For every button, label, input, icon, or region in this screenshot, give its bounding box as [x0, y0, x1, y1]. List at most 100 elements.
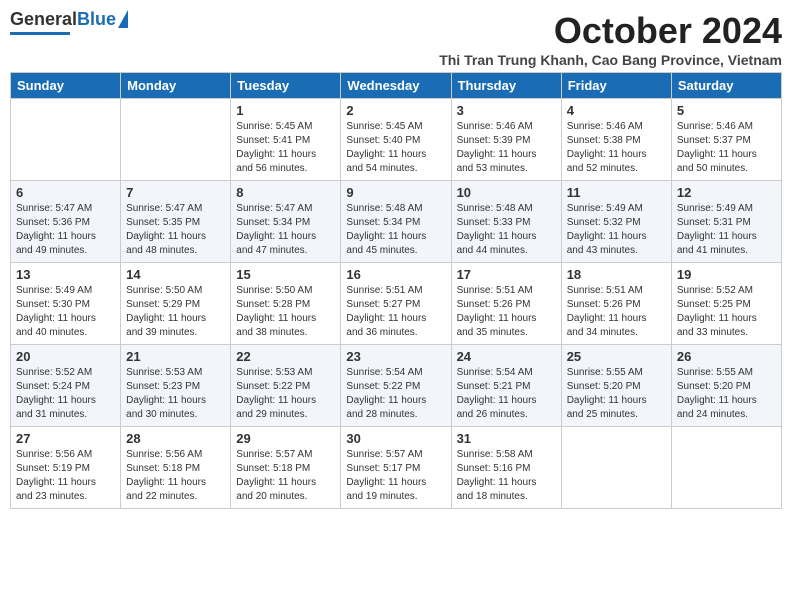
- day-number: 7: [126, 185, 225, 200]
- calendar-cell: 7 Sunrise: 5:47 AM Sunset: 5:35 PM Daylig…: [121, 181, 231, 263]
- day-number: 6: [16, 185, 115, 200]
- calendar-header-row: SundayMondayTuesdayWednesdayThursdayFrid…: [11, 73, 782, 99]
- day-info: Sunrise: 5:54 AM Sunset: 5:21 PM Dayligh…: [457, 366, 556, 422]
- calendar-cell: 14 Sunrise: 5:50 AM Sunset: 5:29 PM Dayli…: [121, 263, 231, 345]
- calendar-table: SundayMondayTuesdayWednesdayThursdayFrid…: [10, 72, 782, 509]
- calendar-cell: 20 Sunrise: 5:52 AM Sunset: 5:24 PM Dayli…: [11, 345, 121, 427]
- calendar-cell: 25Sunrise: 5:55 AM Sunset: 5:20 PM Dayli…: [561, 345, 671, 427]
- logo-blue: Blue: [77, 9, 116, 29]
- calendar-cell: 1Sunrise: 5:45 AM Sunset: 5:41 PM Daylig…: [231, 99, 341, 181]
- day-info: Sunrise: 5:49 AM Sunset: 5:32 PM Dayligh…: [567, 202, 666, 258]
- day-info: Sunrise: 5:58 AM Sunset: 5:16 PM Dayligh…: [457, 448, 556, 504]
- calendar-cell: [671, 427, 781, 509]
- calendar-cell: 5 Sunrise: 5:46 AM Sunset: 5:37 PM Daylig…: [671, 99, 781, 181]
- page-header: GeneralBlue October 2024 Thi Tran Trung …: [10, 10, 782, 68]
- day-info: Sunrise: 5:53 AM Sunset: 5:22 PM Dayligh…: [236, 366, 335, 422]
- day-info: Sunrise: 5:50 AM Sunset: 5:28 PM Dayligh…: [236, 284, 335, 340]
- calendar-week-row: 27 Sunrise: 5:56 AM Sunset: 5:19 PM Dayli…: [11, 427, 782, 509]
- calendar-cell: 21 Sunrise: 5:53 AM Sunset: 5:23 PM Dayli…: [121, 345, 231, 427]
- day-of-week-header: Saturday: [671, 73, 781, 99]
- day-number: 24: [457, 349, 556, 364]
- day-info: Sunrise: 5:55 AM Sunset: 5:20 PM Dayligh…: [677, 366, 776, 422]
- calendar-cell: 6Sunrise: 5:47 AM Sunset: 5:36 PM Daylig…: [11, 181, 121, 263]
- day-number: 18: [567, 267, 666, 282]
- day-number: 15: [236, 267, 335, 282]
- day-info: Sunrise: 5:55 AM Sunset: 5:20 PM Dayligh…: [567, 366, 666, 422]
- day-info: Sunrise: 5:52 AM Sunset: 5:24 PM Dayligh…: [16, 366, 115, 422]
- day-number: 28: [126, 431, 225, 446]
- day-number: 20: [16, 349, 115, 364]
- calendar-cell: 22 Sunrise: 5:53 AM Sunset: 5:22 PM Dayli…: [231, 345, 341, 427]
- day-number: 11: [567, 185, 666, 200]
- calendar-cell: 30 Sunrise: 5:57 AM Sunset: 5:17 PM Dayli…: [341, 427, 451, 509]
- month-title: October 2024: [439, 10, 782, 52]
- day-of-week-header: Monday: [121, 73, 231, 99]
- day-info: Sunrise: 5:57 AM Sunset: 5:18 PM Dayligh…: [236, 448, 335, 504]
- calendar-cell: 13Sunrise: 5:49 AM Sunset: 5:30 PM Dayli…: [11, 263, 121, 345]
- calendar-week-row: 20 Sunrise: 5:52 AM Sunset: 5:24 PM Dayli…: [11, 345, 782, 427]
- day-of-week-header: Thursday: [451, 73, 561, 99]
- day-info: Sunrise: 5:49 AM Sunset: 5:31 PM Dayligh…: [677, 202, 776, 258]
- day-number: 31: [457, 431, 556, 446]
- calendar-cell: [561, 427, 671, 509]
- day-number: 23: [346, 349, 445, 364]
- logo: GeneralBlue: [10, 10, 128, 35]
- day-number: 10: [457, 185, 556, 200]
- day-number: 2: [346, 103, 445, 118]
- logo-general: General: [10, 9, 77, 29]
- calendar-cell: 29 Sunrise: 5:57 AM Sunset: 5:18 PM Dayli…: [231, 427, 341, 509]
- day-number: 5: [677, 103, 776, 118]
- day-number: 12: [677, 185, 776, 200]
- day-number: 3: [457, 103, 556, 118]
- day-info: Sunrise: 5:56 AM Sunset: 5:19 PM Dayligh…: [16, 448, 115, 504]
- day-number: 14: [126, 267, 225, 282]
- calendar-cell: 24 Sunrise: 5:54 AM Sunset: 5:21 PM Dayli…: [451, 345, 561, 427]
- day-info: Sunrise: 5:52 AM Sunset: 5:25 PM Dayligh…: [677, 284, 776, 340]
- calendar-cell: [11, 99, 121, 181]
- location-subtitle: Thi Tran Trung Khanh, Cao Bang Province,…: [439, 52, 782, 68]
- day-number: 17: [457, 267, 556, 282]
- day-of-week-header: Wednesday: [341, 73, 451, 99]
- calendar-cell: 9Sunrise: 5:48 AM Sunset: 5:34 PM Daylig…: [341, 181, 451, 263]
- calendar-cell: 10 Sunrise: 5:48 AM Sunset: 5:33 PM Dayli…: [451, 181, 561, 263]
- day-number: 29: [236, 431, 335, 446]
- calendar-cell: 28 Sunrise: 5:56 AM Sunset: 5:18 PM Dayli…: [121, 427, 231, 509]
- day-number: 16: [346, 267, 445, 282]
- title-block: October 2024 Thi Tran Trung Khanh, Cao B…: [439, 10, 782, 68]
- calendar-cell: 23 Sunrise: 5:54 AM Sunset: 5:22 PM Dayli…: [341, 345, 451, 427]
- day-info: Sunrise: 5:54 AM Sunset: 5:22 PM Dayligh…: [346, 366, 445, 422]
- calendar-cell: 8Sunrise: 5:47 AM Sunset: 5:34 PM Daylig…: [231, 181, 341, 263]
- day-info: Sunrise: 5:57 AM Sunset: 5:17 PM Dayligh…: [346, 448, 445, 504]
- day-info: Sunrise: 5:50 AM Sunset: 5:29 PM Dayligh…: [126, 284, 225, 340]
- day-number: 27: [16, 431, 115, 446]
- day-info: Sunrise: 5:56 AM Sunset: 5:18 PM Dayligh…: [126, 448, 225, 504]
- calendar-cell: 27 Sunrise: 5:56 AM Sunset: 5:19 PM Dayli…: [11, 427, 121, 509]
- calendar-cell: 17Sunrise: 5:51 AM Sunset: 5:26 PM Dayli…: [451, 263, 561, 345]
- day-number: 21: [126, 349, 225, 364]
- calendar-cell: 11 Sunrise: 5:49 AM Sunset: 5:32 PM Dayli…: [561, 181, 671, 263]
- calendar-cell: 2 Sunrise: 5:45 AM Sunset: 5:40 PM Daylig…: [341, 99, 451, 181]
- day-number: 9: [346, 185, 445, 200]
- day-info: Sunrise: 5:46 AM Sunset: 5:37 PM Dayligh…: [677, 120, 776, 176]
- day-number: 30: [346, 431, 445, 446]
- day-info: Sunrise: 5:47 AM Sunset: 5:34 PM Dayligh…: [236, 202, 335, 258]
- logo-underline: [10, 32, 70, 35]
- calendar-week-row: 6Sunrise: 5:47 AM Sunset: 5:36 PM Daylig…: [11, 181, 782, 263]
- day-info: Sunrise: 5:48 AM Sunset: 5:33 PM Dayligh…: [457, 202, 556, 258]
- day-info: Sunrise: 5:46 AM Sunset: 5:39 PM Dayligh…: [457, 120, 556, 176]
- day-number: 19: [677, 267, 776, 282]
- day-info: Sunrise: 5:45 AM Sunset: 5:40 PM Dayligh…: [346, 120, 445, 176]
- day-info: Sunrise: 5:53 AM Sunset: 5:23 PM Dayligh…: [126, 366, 225, 422]
- day-of-week-header: Sunday: [11, 73, 121, 99]
- day-number: 22: [236, 349, 335, 364]
- day-info: Sunrise: 5:51 AM Sunset: 5:26 PM Dayligh…: [567, 284, 666, 340]
- day-of-week-header: Friday: [561, 73, 671, 99]
- day-number: 26: [677, 349, 776, 364]
- calendar-cell: 3 Sunrise: 5:46 AM Sunset: 5:39 PM Daylig…: [451, 99, 561, 181]
- calendar-cell: 18 Sunrise: 5:51 AM Sunset: 5:26 PM Dayli…: [561, 263, 671, 345]
- calendar-week-row: 13Sunrise: 5:49 AM Sunset: 5:30 PM Dayli…: [11, 263, 782, 345]
- calendar-cell: 12 Sunrise: 5:49 AM Sunset: 5:31 PM Dayli…: [671, 181, 781, 263]
- day-number: 13: [16, 267, 115, 282]
- day-info: Sunrise: 5:45 AM Sunset: 5:41 PM Dayligh…: [236, 120, 335, 176]
- day-info: Sunrise: 5:47 AM Sunset: 5:35 PM Dayligh…: [126, 202, 225, 258]
